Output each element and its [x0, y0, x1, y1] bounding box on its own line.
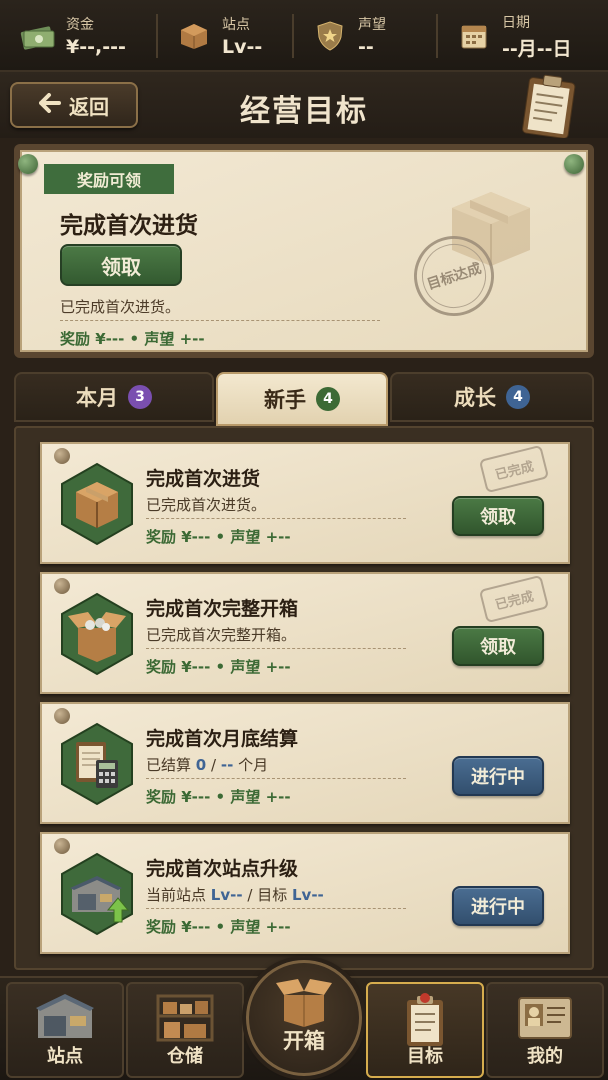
divider [146, 778, 406, 779]
progress-prefix: 当前站点 [146, 886, 207, 904]
date-value: --月--日 [502, 37, 572, 60]
warehouse-shelf-icon [128, 992, 242, 1044]
task-reward: 奖励 ¥--- • 声望 +-- [146, 788, 291, 806]
nav-label: 我的 [527, 1046, 563, 1067]
money-icon [20, 20, 56, 52]
goal-tabs: 本月 3 成长 4 新手 4 [14, 372, 594, 426]
featured-title: 完成首次进货 [60, 213, 198, 239]
divider [146, 908, 406, 909]
stat-label: 资金 [66, 17, 94, 33]
task-card: 完成首次完整开箱 已完成首次完整开箱。 奖励 ¥--- • 声望 +-- 已完成… [40, 572, 570, 694]
task-card: 完成首次站点升级 当前站点 Lv-- / 目标 Lv-- 奖励 ¥--- • 声… [40, 832, 570, 954]
task-list: 完成首次进货 已完成首次进货。 奖励 ¥--- • 声望 +-- 已完成 领取 … [14, 426, 594, 970]
divider [60, 320, 380, 321]
progress-current: Lv-- [210, 886, 243, 904]
cardboard-box-icon [60, 462, 134, 546]
bottom-nav: 站点 仓储 开箱 目标 我的 [0, 960, 608, 1080]
nav-open-box[interactable]: 开箱 [246, 960, 362, 1076]
progress-total: Lv-- [291, 886, 324, 904]
stat-funds: 资金 ¥--,--- [0, 0, 156, 72]
progress-current: 0 [195, 756, 207, 774]
nav-station[interactable]: 站点 [6, 982, 124, 1078]
tab-newbie[interactable]: 新手 4 [216, 372, 388, 426]
tab-growth[interactable]: 成长 4 [390, 372, 594, 422]
stamp-label: 目标达成 [425, 260, 484, 294]
task-description: 已结算 0 / -- 个月 [146, 754, 268, 775]
stat-reputation: 声望 -- [292, 0, 436, 72]
stats-bar: 资金 ¥--,--- 站点 Lv-- 声望 -- 日期 --月--日 [0, 0, 608, 72]
claim-button[interactable]: 领取 [452, 496, 544, 536]
pin-icon [564, 154, 584, 174]
pin-icon [18, 154, 38, 174]
count-badge: 4 [506, 385, 530, 409]
clipboard-icon [518, 74, 580, 142]
divider [146, 518, 406, 519]
in-progress-button[interactable]: 进行中 [452, 886, 544, 926]
stat-station: 站点 Lv-- [156, 0, 292, 72]
count-badge: 3 [128, 385, 152, 409]
open-box-icon [60, 592, 134, 676]
nav-label: 仓储 [167, 1046, 203, 1067]
featured-claim-button[interactable]: 领取 [60, 244, 182, 286]
station-icon [8, 992, 122, 1044]
tab-monthly[interactable]: 本月 3 [14, 372, 214, 422]
clipboard-goal-icon [368, 992, 482, 1048]
task-reward: 奖励 ¥--- • 声望 +-- [146, 528, 291, 546]
task-description: 已完成首次进货。 [146, 496, 267, 514]
progress-separator: / [211, 756, 217, 774]
page-header: 返回 经营目标 [0, 72, 608, 139]
divider [146, 648, 406, 649]
progress-prefix: 已结算 [146, 756, 192, 774]
nav-label: 开箱 [283, 1029, 325, 1053]
tab-label: 成长 [454, 386, 496, 410]
reward-available-ribbon: 奖励可领 [44, 164, 174, 194]
task-reward: 奖励 ¥--- • 声望 +-- [146, 658, 291, 676]
tab-label: 新手 [264, 388, 306, 412]
task-title: 完成首次站点升级 [146, 858, 299, 880]
progress-total: -- [220, 756, 234, 774]
tab-label: 本月 [76, 386, 118, 410]
calendar-icon [456, 20, 492, 52]
task-title: 完成首次月底结算 [146, 728, 299, 750]
nav-goals[interactable]: 目标 [366, 982, 484, 1078]
nav-label: 站点 [47, 1046, 83, 1067]
box-icon [176, 20, 212, 52]
progress-separator: / 目标 [247, 886, 288, 904]
nav-warehouse[interactable]: 仓储 [126, 982, 244, 1078]
page-title: 经营目标 [240, 94, 368, 129]
featured-description: 已完成首次进货。 [60, 298, 181, 316]
count-badge: 4 [316, 387, 340, 411]
claim-button[interactable]: 领取 [452, 626, 544, 666]
in-progress-button[interactable]: 进行中 [452, 756, 544, 796]
shield-star-icon [312, 20, 348, 52]
progress-suffix: 个月 [238, 756, 269, 774]
profile-card-icon [488, 992, 602, 1042]
stat-date: 日期 --月--日 [436, 0, 608, 72]
stat-label: 日期 [502, 14, 530, 31]
reputation-value: -- [358, 36, 374, 58]
task-reward: 奖励 ¥--- • 声望 +-- [146, 918, 291, 936]
station-level-value: Lv-- [222, 36, 263, 58]
stat-label: 声望 [358, 17, 386, 33]
task-description: 当前站点 Lv-- / 目标 Lv-- [146, 884, 324, 905]
completed-stamp: 已完成 [478, 574, 550, 624]
completed-stamp: 已完成 [478, 444, 550, 494]
nav-profile[interactable]: 我的 [486, 982, 604, 1078]
featured-reward: 奖励 ¥--- • 声望 +-- [60, 330, 205, 348]
funds-value: ¥--,--- [66, 36, 126, 58]
task-title: 完成首次完整开箱 [146, 598, 299, 620]
stat-label: 站点 [222, 17, 250, 33]
task-description: 已完成首次完整开箱。 [146, 626, 297, 644]
station-upgrade-icon [60, 852, 134, 936]
task-card: 完成首次月底结算 已结算 0 / -- 个月 奖励 ¥--- • 声望 +-- … [40, 702, 570, 824]
clipboard-calculator-icon [60, 722, 134, 806]
task-title: 完成首次进货 [146, 468, 261, 490]
task-card: 完成首次进货 已完成首次进货。 奖励 ¥--- • 声望 +-- 已完成 领取 [40, 442, 570, 564]
featured-reward-card: 奖励可领 完成首次进货 领取 已完成首次进货。 奖励 ¥--- • 声望 +--… [14, 144, 594, 358]
open-box-icon [249, 975, 359, 1027]
